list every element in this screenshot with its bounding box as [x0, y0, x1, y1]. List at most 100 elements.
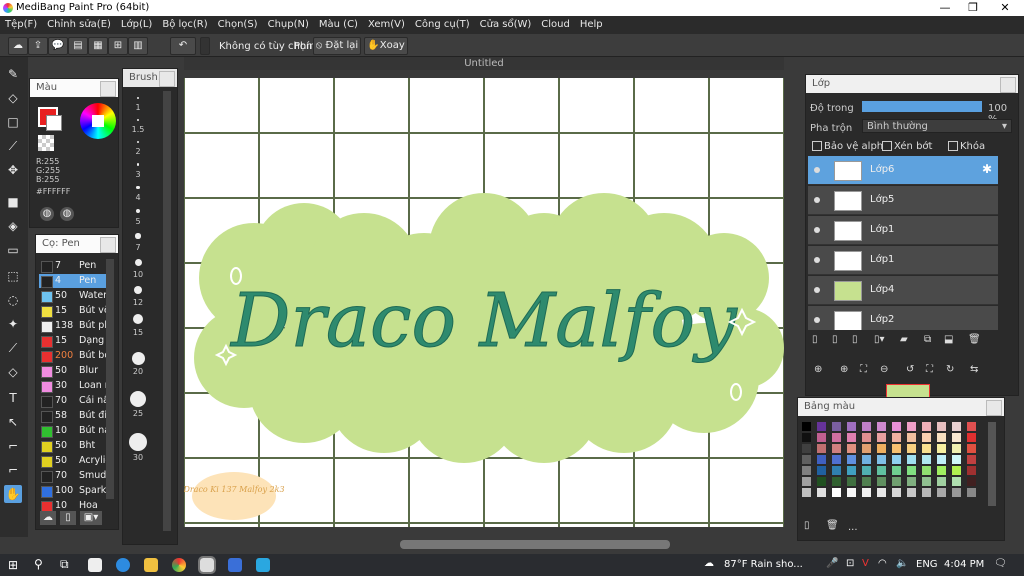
- brush-item[interactable]: 70 Smudg: [39, 469, 111, 483]
- palette-swatch[interactable]: [802, 466, 811, 475]
- brush-size-dot[interactable]: [136, 141, 140, 144]
- menu-capture[interactable]: Chụp(N): [263, 16, 314, 34]
- rectangle-tool-icon[interactable]: □: [4, 113, 22, 131]
- menu-cloud[interactable]: Cloud: [536, 16, 575, 34]
- delete-layer-icon[interactable]: 🗑: [968, 334, 981, 345]
- palette-swatch[interactable]: [802, 477, 811, 486]
- dropper-tool-icon[interactable]: ⌐: [4, 437, 22, 455]
- visibility-icon[interactable]: [814, 167, 820, 173]
- palette-swatch[interactable]: [877, 455, 886, 464]
- folder-icon[interactable]: ▰: [900, 334, 908, 345]
- palette-swatch[interactable]: [922, 433, 931, 442]
- move-tool-icon[interactable]: ✥: [4, 161, 22, 179]
- palette-swatch[interactable]: [907, 422, 916, 431]
- palette-swatch[interactable]: [847, 444, 856, 453]
- zoom-fit-icon[interactable]: ⊕: [814, 364, 822, 375]
- palette-swatch[interactable]: [862, 455, 871, 464]
- brush-size-dot[interactable]: [134, 258, 142, 266]
- minimize-button[interactable]: —: [930, 0, 960, 16]
- palette-swatch[interactable]: [862, 488, 871, 497]
- rotate-left-icon[interactable]: ↺: [906, 364, 914, 375]
- palette-swatch[interactable]: [952, 477, 961, 486]
- brush-item[interactable]: 200 Bút bọt: [39, 349, 111, 363]
- brush-size-dot[interactable]: [136, 209, 140, 214]
- palette-swatch[interactable]: [967, 444, 976, 453]
- brush-item[interactable]: 15 Bút vẽ: [39, 304, 111, 318]
- new-layer-8bit-icon[interactable]: ▯: [832, 334, 838, 345]
- canvas-hscroll-thumb[interactable]: [400, 540, 670, 549]
- flip-icon[interactable]: ⇆: [970, 364, 978, 375]
- palette-swatch[interactable]: [937, 455, 946, 464]
- layout-icon[interactable]: ▥: [128, 37, 148, 55]
- brush-panel-close-button[interactable]: [100, 237, 116, 253]
- layer-row[interactable]: Lớp4: [808, 276, 998, 305]
- brush-item[interactable]: 50 Water: [39, 289, 111, 303]
- menu-help[interactable]: Help: [575, 16, 608, 34]
- palette-swatch[interactable]: [817, 455, 826, 464]
- palette-swatch[interactable]: [892, 422, 901, 431]
- gradient-tool-icon[interactable]: ▭: [4, 241, 22, 259]
- notification-icon[interactable]: 🗨: [994, 558, 1007, 569]
- palette-swatch[interactable]: [922, 477, 931, 486]
- palette-swatch[interactable]: [892, 455, 901, 464]
- menu-color[interactable]: Màu (C): [314, 16, 363, 34]
- palette-panel-close-button[interactable]: [986, 400, 1002, 416]
- select-tool-icon[interactable]: ⬚: [4, 267, 22, 285]
- skype-icon[interactable]: [256, 558, 270, 572]
- edge-icon[interactable]: [116, 558, 130, 572]
- layer-panel-close-button[interactable]: [1000, 77, 1016, 93]
- hand-tool-icon[interactable]: ✋: [4, 485, 22, 503]
- visibility-icon[interactable]: [814, 227, 820, 233]
- palette-swatch[interactable]: [862, 477, 871, 486]
- comment-icon[interactable]: 💬: [48, 37, 68, 55]
- palette-swatch[interactable]: [967, 466, 976, 475]
- magic-wand-tool-icon[interactable]: ✦: [4, 315, 22, 333]
- lasso-tool-icon[interactable]: ◌: [4, 291, 22, 309]
- brush-item[interactable]: 70 Cái nắ: [39, 394, 111, 408]
- palette-add-icon[interactable]: ◍: [60, 207, 74, 221]
- palette-swatch[interactable]: [832, 444, 841, 453]
- brush-item[interactable]: 4 Pen: [39, 274, 111, 288]
- brush-item[interactable]: 50 Blur: [39, 364, 111, 378]
- palette-swatch[interactable]: [937, 477, 946, 486]
- brush-item[interactable]: 58 Bút đi: [39, 409, 111, 423]
- palette-swatch[interactable]: [892, 477, 901, 486]
- palette-swatch[interactable]: [862, 422, 871, 431]
- palette-swatch[interactable]: [907, 433, 916, 442]
- palette-swatch[interactable]: [937, 422, 946, 431]
- maximize-button[interactable]: ❐: [958, 0, 988, 16]
- palette-swatch[interactable]: [832, 422, 841, 431]
- palette-swatch[interactable]: [952, 455, 961, 464]
- app-icon-files[interactable]: [88, 558, 102, 572]
- visibility-icon[interactable]: [814, 287, 820, 293]
- select-eraser-tool-icon[interactable]: ◇: [4, 363, 22, 381]
- canvas[interactable]: Draco Malfoy Draco Ki 137 Malfoy 2k3: [184, 78, 784, 527]
- palette-swatch[interactable]: [817, 433, 826, 442]
- palette-swatch[interactable]: [952, 422, 961, 431]
- palette-swatch[interactable]: [907, 444, 916, 453]
- mic-icon[interactable]: 🎤: [826, 558, 838, 569]
- medibang-icon[interactable]: [198, 556, 216, 574]
- palette-swatch[interactable]: [892, 488, 901, 497]
- palette-swatch[interactable]: [847, 433, 856, 442]
- palette-swatch[interactable]: [802, 433, 811, 442]
- clipping-checkbox[interactable]: [882, 141, 892, 151]
- grid-icon[interactable]: ⊞: [108, 37, 128, 55]
- weather-text[interactable]: 87°F Rain sho...: [724, 559, 803, 570]
- folder-icon-taskbar[interactable]: [144, 558, 158, 572]
- bucket-tool-icon[interactable]: ◈: [4, 217, 22, 235]
- palette-swatch[interactable]: [862, 444, 871, 453]
- palette-swatch[interactable]: [892, 433, 901, 442]
- palette-swatch[interactable]: [877, 466, 886, 475]
- brush-new-icon[interactable]: ▯: [60, 511, 76, 525]
- palette-swatch[interactable]: [802, 422, 811, 431]
- palette-swatch[interactable]: [832, 466, 841, 475]
- palette-new-icon[interactable]: ▯: [804, 520, 810, 531]
- text-tool-icon[interactable]: T: [4, 389, 22, 407]
- brush-size-dot[interactable]: [133, 313, 143, 324]
- visibility-icon[interactable]: [814, 257, 820, 263]
- brush-item[interactable]: 50 Bht: [39, 439, 111, 453]
- reset-button[interactable]: ⦸ Đặt lại: [313, 37, 361, 55]
- gear-icon[interactable]: ✱: [982, 162, 992, 176]
- duplicate-icon[interactable]: ⧉: [924, 334, 931, 345]
